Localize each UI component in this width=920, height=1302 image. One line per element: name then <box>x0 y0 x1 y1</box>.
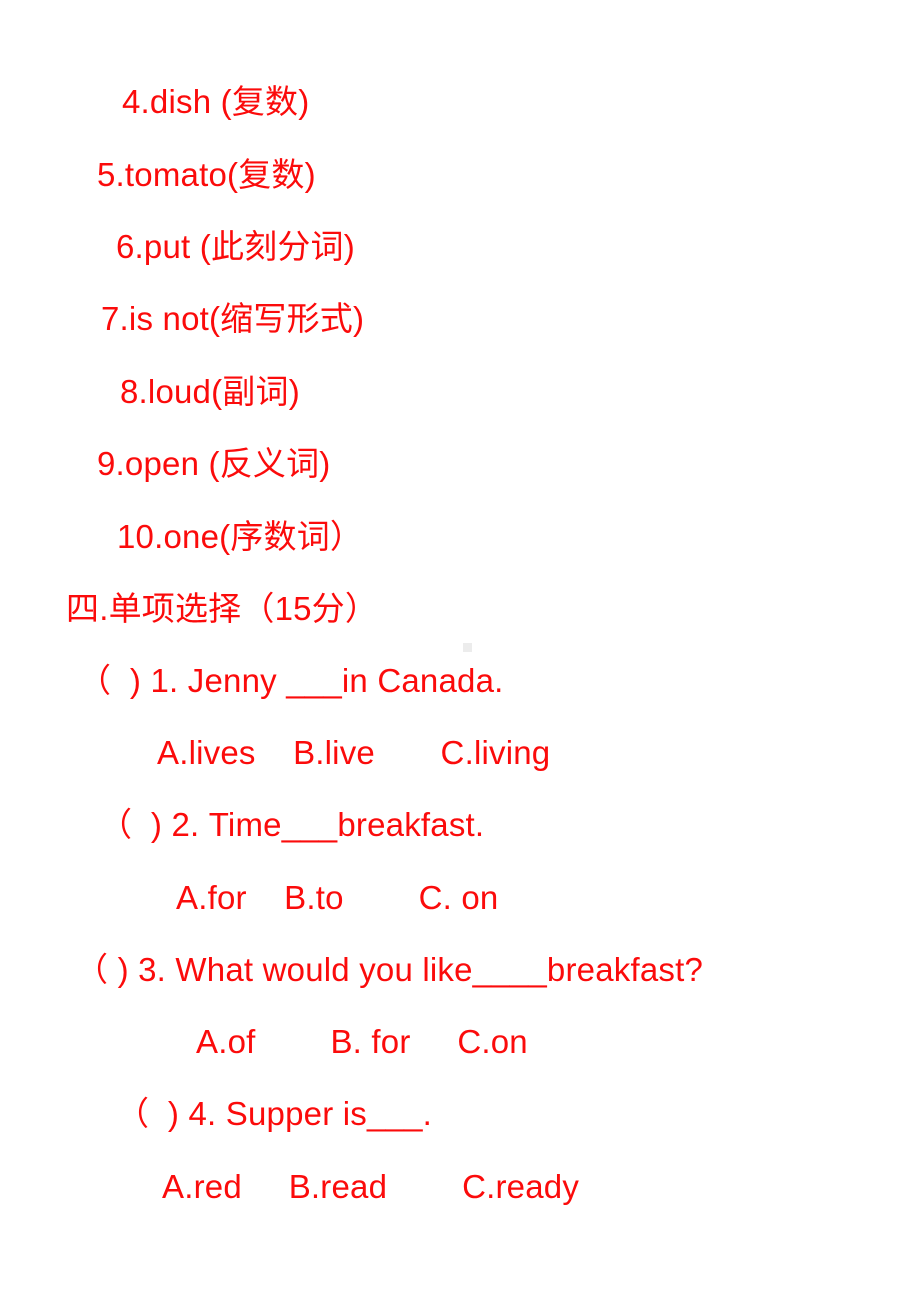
word-item-4: 4.dish (复数) <box>122 83 310 120</box>
mc-question-2-stem: （ ) 2. Time___breakfast. <box>99 806 485 843</box>
mc-question-3-stem: （ ) 3. What would you like____breakfast? <box>75 951 703 988</box>
word-item-7: 7.is not(缩写形式) <box>101 300 365 337</box>
mc-question-4-stem: （ ) 4. Supper is___. <box>116 1095 433 1132</box>
word-item-5: 5.tomato(复数) <box>97 156 316 193</box>
section-heading-multiple-choice: 四.单项选择（15分） <box>66 590 379 627</box>
mc-question-4-options: A.red B.read C.ready <box>162 1168 580 1205</box>
mc-question-3-options: A.of B. for C.on <box>196 1023 528 1060</box>
mc-question-1-stem: （ ) 1. Jenny ___in Canada. <box>78 662 504 699</box>
word-item-8: 8.loud(副词) <box>120 373 300 410</box>
worksheet-page: 4.dish (复数) 5.tomato(复数) 6.put (此刻分词) 7.… <box>0 0 920 1302</box>
word-item-9: 9.open (反义词) <box>97 445 331 482</box>
word-item-6: 6.put (此刻分词) <box>116 228 355 265</box>
mc-question-2-options: A.for B.to C. on <box>176 879 499 916</box>
word-item-10: 10.one(序数词） <box>117 518 364 555</box>
scan-speck-artifact <box>463 643 472 652</box>
mc-question-1-options: A.lives B.live C.living <box>157 734 551 771</box>
